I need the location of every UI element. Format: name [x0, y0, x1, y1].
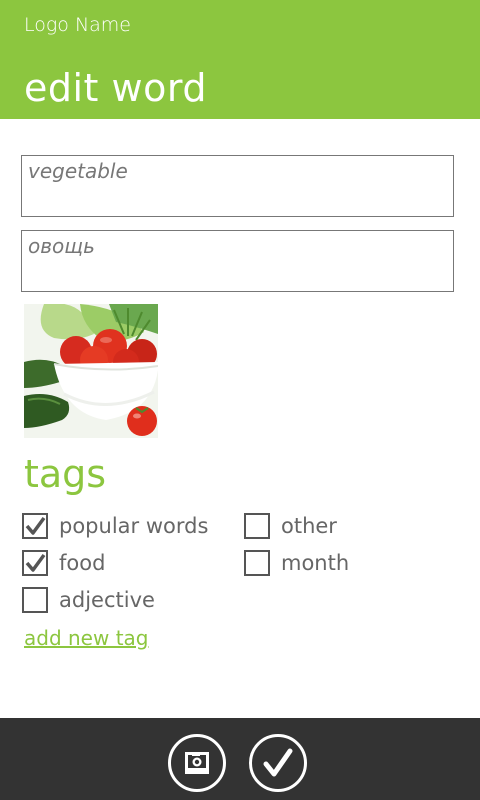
page-title: edit word [24, 66, 207, 110]
checkbox-month[interactable] [244, 550, 270, 576]
checkbox-adjective[interactable] [22, 587, 48, 613]
checkbox-popular-words[interactable] [22, 513, 48, 539]
tag-other[interactable]: other [244, 511, 337, 541]
tag-month[interactable]: month [244, 548, 349, 578]
checkbox-other[interactable] [244, 513, 270, 539]
add-new-tag-link[interactable]: add new tag [24, 626, 149, 650]
camera-button[interactable] [168, 734, 226, 792]
tag-popular-words[interactable]: popular words [22, 511, 208, 541]
tag-label: food [59, 551, 106, 575]
tag-label: other [281, 514, 337, 538]
checkmark-icon [25, 516, 46, 535]
vegetables-photo [24, 304, 158, 438]
checkmark-icon [263, 748, 293, 777]
app-bar [0, 718, 480, 800]
tag-food[interactable]: food [22, 548, 105, 578]
translation-input[interactable]: овощь [21, 230, 454, 292]
tag-label: adjective [59, 588, 155, 612]
tag-adjective[interactable]: adjective [22, 585, 155, 615]
tags-heading: tags [24, 452, 107, 496]
word-input[interactable]: vegetable [21, 155, 454, 217]
app-name: Logo Name [24, 14, 131, 36]
checkmark-icon [25, 553, 46, 572]
tag-label: popular words [59, 514, 209, 538]
camera-icon [185, 752, 209, 774]
checkbox-food[interactable] [22, 550, 48, 576]
tag-label: month [281, 551, 350, 575]
save-button[interactable] [249, 734, 307, 792]
word-image[interactable] [24, 304, 158, 438]
header-bar: Logo Name edit word [0, 0, 480, 119]
